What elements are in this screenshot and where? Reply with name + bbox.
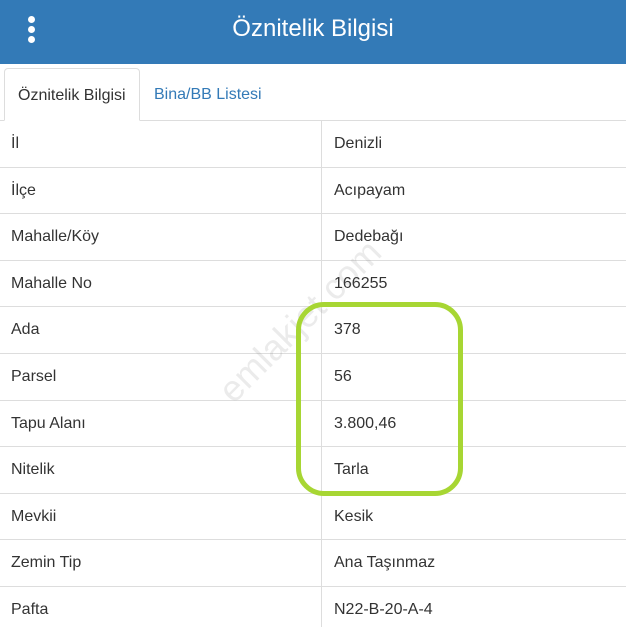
app-header: Öznitelik Bilgisi xyxy=(0,0,626,64)
row-label: Pafta xyxy=(11,600,49,618)
table-row: Mevkii Kesik xyxy=(0,494,626,541)
row-label: Nitelik xyxy=(11,461,55,479)
row-value: 378 xyxy=(334,321,361,339)
attribute-table: İl Denizli İlçe Acıpayam Mahalle/Köy Ded… xyxy=(0,121,626,634)
table-row: Zemin Tip Ana Taşınmaz xyxy=(0,540,626,587)
row-label: Mahalle No xyxy=(11,274,92,292)
row-value: Tarla xyxy=(334,461,369,479)
row-label: İl xyxy=(11,135,19,152)
row-value: 56 xyxy=(334,367,352,385)
row-label: Mahalle/Köy xyxy=(11,228,100,246)
table-row: Ada 378 xyxy=(0,307,626,354)
table-row: Mahalle No 166255 xyxy=(0,261,626,308)
table-row: Mahalle/Köy Dedebağı xyxy=(0,214,626,261)
tab-bar: Öznitelik Bilgisi Bina/BB Listesi xyxy=(0,64,626,121)
row-value: Denizli xyxy=(334,135,383,152)
table-row: Tapu Alanı 3.800,46 xyxy=(0,401,626,448)
row-label: Ada xyxy=(11,321,40,339)
tab-oznitelik-bilgisi[interactable]: Öznitelik Bilgisi xyxy=(4,68,140,121)
row-value: Dedebağı xyxy=(334,228,404,246)
row-label: Tapu Alanı xyxy=(11,414,86,432)
row-label: İlçe xyxy=(11,181,36,199)
table-row: Parsel 56 xyxy=(0,354,626,401)
row-label: Zemin Tip xyxy=(11,554,82,572)
row-value: N22-B-20-A-4 xyxy=(334,600,433,618)
table-row: Nitelik Tarla xyxy=(0,447,626,494)
row-value: Ana Taşınmaz xyxy=(334,554,436,572)
column-divider xyxy=(321,121,322,627)
tab-bina-bb-listesi[interactable]: Bina/BB Listesi xyxy=(141,68,275,121)
row-value: 3.800,46 xyxy=(334,414,397,432)
table-row: İl Denizli xyxy=(0,121,626,168)
row-label: Mevkii xyxy=(11,507,57,525)
page-title: Öznitelik Bilgisi xyxy=(232,15,394,42)
row-value: 166255 xyxy=(334,274,388,292)
row-label: Parsel xyxy=(11,367,57,385)
row-value: Kesik xyxy=(334,507,374,525)
table-row: İlçe Acıpayam xyxy=(0,168,626,215)
row-value: Acıpayam xyxy=(334,181,406,199)
